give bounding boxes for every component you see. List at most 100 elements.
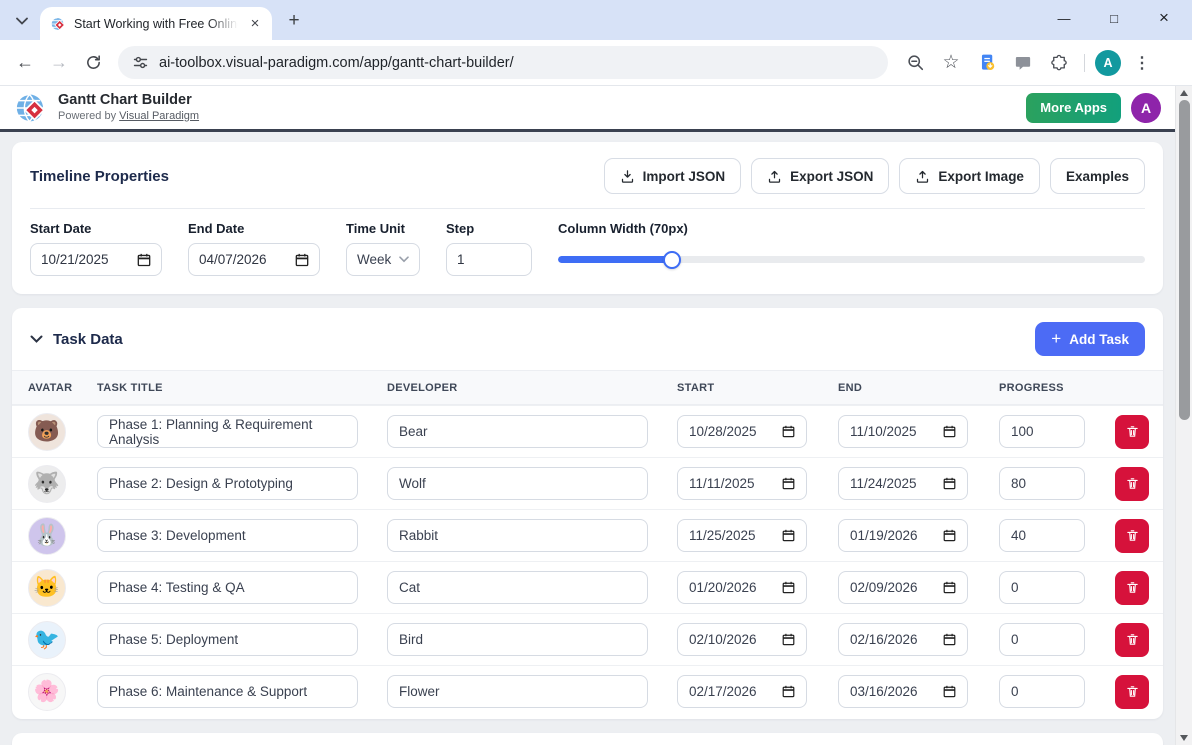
scrollbar-thumb[interactable]	[1179, 100, 1190, 420]
task-title-input[interactable]: Phase 1: Planning & Requirement Analysis	[97, 415, 358, 448]
col-start: START	[677, 381, 715, 394]
start-date-input[interactable]: 10/28/2025	[677, 415, 807, 448]
more-apps-button[interactable]: More Apps	[1026, 92, 1121, 123]
minimize-button[interactable]: —	[1054, 11, 1074, 26]
start-date-input[interactable]: 02/10/2026	[677, 623, 807, 656]
task-title-input[interactable]: Phase 3: Development	[97, 519, 358, 552]
docs-offline-button[interactable]	[972, 48, 1002, 78]
tab-search-button[interactable]	[8, 7, 36, 35]
start-date-input[interactable]: 02/17/2026	[677, 675, 807, 708]
maximize-button[interactable]: □	[1104, 11, 1124, 26]
app-logo-icon[interactable]	[14, 91, 48, 125]
delete-task-button[interactable]	[1115, 622, 1149, 657]
calendar-icon[interactable]	[943, 633, 956, 646]
delete-task-button[interactable]	[1115, 674, 1149, 709]
visual-paradigm-link[interactable]: Visual Paradigm	[119, 110, 199, 122]
end-date-input[interactable]: 11/10/2025	[838, 415, 968, 448]
end-date-input[interactable]: 04/07/2026	[188, 243, 320, 276]
delete-task-button[interactable]	[1115, 570, 1149, 605]
bookmark-button[interactable]: ☆	[936, 48, 966, 78]
task-title-input[interactable]: Phase 6: Maintenance & Support	[97, 675, 358, 708]
progress-input[interactable]: 40	[999, 519, 1085, 552]
start-date-input[interactable]: 11/11/2025	[677, 467, 807, 500]
task-title-input[interactable]: Phase 4: Testing & QA	[97, 571, 358, 604]
delete-task-button[interactable]	[1115, 466, 1149, 501]
user-avatar[interactable]: A	[1131, 92, 1161, 123]
time-unit-select[interactable]: Week	[346, 243, 420, 276]
browser-profile-avatar[interactable]: A	[1095, 49, 1121, 76]
slider-track[interactable]	[558, 256, 1145, 263]
developer-input[interactable]: Bear	[387, 415, 648, 448]
calendar-icon[interactable]	[943, 529, 956, 542]
calendar-icon[interactable]	[782, 477, 795, 490]
calendar-icon[interactable]	[295, 253, 309, 267]
trash-icon	[1126, 686, 1138, 697]
address-bar[interactable]: ai-toolbox.visual-paradigm.com/app/gantt…	[118, 46, 888, 79]
table-row: 🌸 Phase 6: Maintenance & Support Flower …	[12, 665, 1163, 717]
calendar-icon[interactable]	[782, 633, 795, 646]
task-title-input[interactable]: Phase 2: Design & Prototyping	[97, 467, 358, 500]
tab-close-icon[interactable]: ×	[246, 15, 264, 33]
developer-input[interactable]: Bird	[387, 623, 648, 656]
progress-input[interactable]: 100	[999, 415, 1085, 448]
vertical-scrollbar[interactable]	[1175, 86, 1192, 745]
delete-task-button[interactable]	[1115, 414, 1149, 449]
end-date-value: 03/16/2026	[850, 684, 918, 699]
end-date-input[interactable]: 02/16/2026	[838, 623, 968, 656]
zoom-button[interactable]	[900, 48, 930, 78]
calendar-icon[interactable]	[943, 425, 956, 438]
back-button[interactable]: ←	[10, 48, 40, 78]
calendar-icon[interactable]	[782, 425, 795, 438]
progress-input[interactable]: 0	[999, 623, 1085, 656]
browser-menu-button[interactable]: ⋮	[1127, 48, 1157, 78]
task-title-input[interactable]: Phase 5: Deployment	[97, 623, 358, 656]
examples-button[interactable]: Examples	[1049, 158, 1145, 194]
developer-input[interactable]: Wolf	[387, 467, 648, 500]
step-input[interactable]: 1	[446, 243, 532, 276]
calendar-icon[interactable]	[782, 581, 795, 594]
site-settings-icon[interactable]	[132, 54, 149, 71]
delete-task-button[interactable]	[1115, 518, 1149, 553]
calendar-icon[interactable]	[137, 253, 151, 267]
window-close-button[interactable]: ×	[1154, 8, 1174, 28]
developer-input[interactable]: Flower	[387, 675, 648, 708]
calendar-icon[interactable]	[943, 685, 956, 698]
calendar-icon[interactable]	[782, 685, 795, 698]
end-date-input[interactable]: 11/24/2025	[838, 467, 968, 500]
scroll-down-arrow-icon[interactable]	[1180, 735, 1188, 741]
developer-input[interactable]: Rabbit	[387, 519, 648, 552]
end-date-input[interactable]: 02/09/2026	[838, 571, 968, 604]
scroll-up-arrow-icon[interactable]	[1180, 90, 1188, 96]
progress-input[interactable]: 0	[999, 571, 1085, 604]
comment-button[interactable]	[1008, 48, 1038, 78]
end-date-value: 02/09/2026	[850, 580, 918, 595]
end-date-input[interactable]: 01/19/2026	[838, 519, 968, 552]
collapse-chevron-icon[interactable]	[30, 335, 43, 344]
developer-input[interactable]: Cat	[387, 571, 648, 604]
browser-tab[interactable]: Start Working with Free Online ×	[40, 7, 272, 40]
start-date-input[interactable]: 01/20/2026	[677, 571, 807, 604]
trash-icon	[1126, 634, 1138, 645]
powered-by: Powered by Visual Paradigm	[58, 110, 1026, 122]
new-tab-button[interactable]: +	[280, 7, 308, 35]
start-date-input[interactable]: 10/21/2025	[30, 243, 162, 276]
reload-button[interactable]	[78, 48, 108, 78]
export-image-button[interactable]: Export Image	[899, 158, 1040, 194]
import-json-button[interactable]: Import JSON	[603, 158, 742, 194]
comment-icon	[1015, 56, 1031, 70]
calendar-icon[interactable]	[943, 477, 956, 490]
export-json-button[interactable]: Export JSON	[751, 158, 890, 194]
end-date-input[interactable]: 03/16/2026	[838, 675, 968, 708]
progress-input[interactable]: 0	[999, 675, 1085, 708]
column-width-slider[interactable]	[558, 243, 1145, 276]
toolbar-divider	[1084, 53, 1085, 72]
add-task-button[interactable]: + Add Task	[1035, 322, 1145, 356]
start-date-input[interactable]: 11/25/2025	[677, 519, 807, 552]
calendar-icon[interactable]	[943, 581, 956, 594]
url-text[interactable]: ai-toolbox.visual-paradigm.com/app/gantt…	[159, 55, 514, 71]
extensions-button[interactable]	[1044, 48, 1074, 78]
progress-input[interactable]: 80	[999, 467, 1085, 500]
calendar-icon[interactable]	[782, 529, 795, 542]
slider-thumb[interactable]	[663, 250, 682, 269]
start-date-value: 10/28/2025	[689, 424, 757, 439]
